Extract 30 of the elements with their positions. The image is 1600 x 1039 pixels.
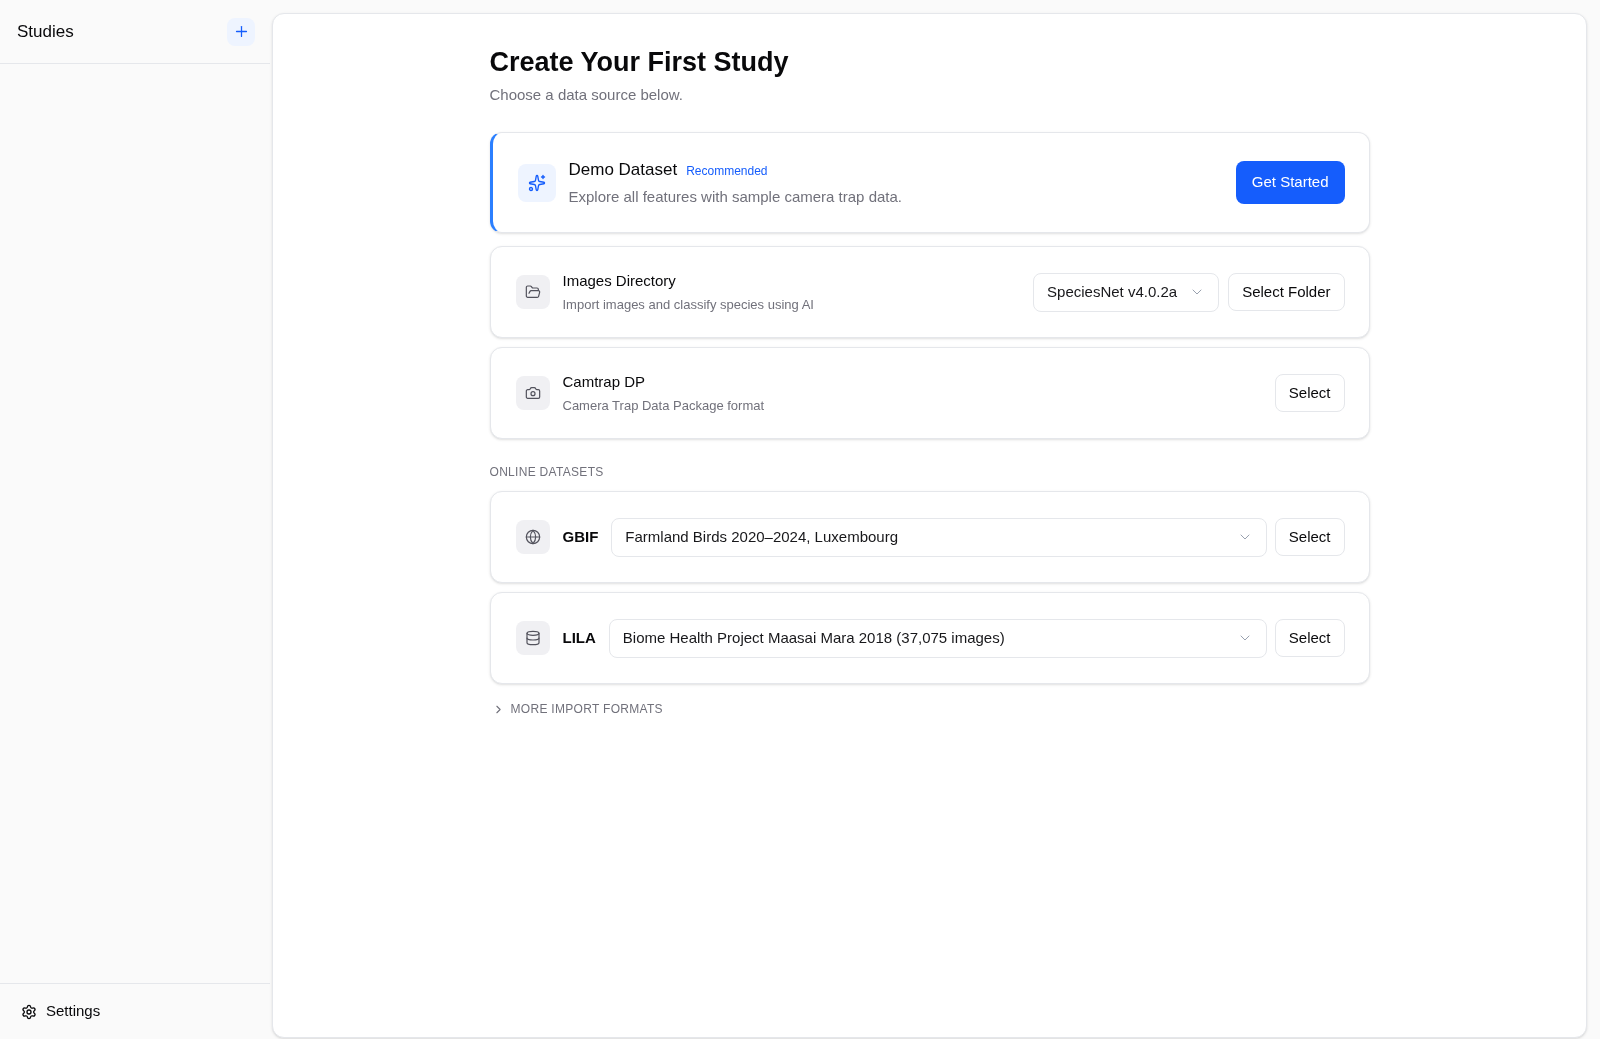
- camera-icon: [515, 376, 550, 410]
- page-subtitle: Choose a data source below.: [489, 85, 684, 105]
- card-description: Import images and classify species using AI: [562, 295, 815, 314]
- settings-button[interactable]: Settings: [21, 1000, 101, 1023]
- select-button[interactable]: Select: [1274, 518, 1345, 556]
- dataset-dropdown[interactable]: Biome Health Project Maasai Mara 2018 (37,075 images): [608, 618, 1267, 658]
- select-button[interactable]: Select: [1274, 619, 1345, 657]
- model-dropdown[interactable]: SpeciesNet v4.0.2a: [1033, 272, 1220, 312]
- recommended-label: Recommended: [686, 163, 768, 180]
- sparkles-icon: [517, 163, 556, 202]
- dataset-source-label: GBIF: [562, 526, 599, 547]
- folder-icon: [515, 275, 550, 309]
- page-title: Create Your First Study: [489, 46, 790, 78]
- dataset-source-label: LILA: [562, 627, 596, 648]
- select-button[interactable]: Select: [1274, 374, 1345, 412]
- sidebar-title: Studies: [17, 20, 74, 43]
- get-started-button[interactable]: Get Started: [1235, 161, 1345, 204]
- card-description: Explore all features with sample camera trap data.: [568, 186, 903, 207]
- settings-icon: [21, 1003, 37, 1020]
- card-title: Images Directory: [562, 271, 677, 291]
- select-folder-button[interactable]: Select Folder: [1228, 273, 1345, 311]
- add-study-button[interactable]: [227, 17, 255, 46]
- globe-icon: [515, 520, 550, 554]
- dataset-dropdown[interactable]: Farmland Birds 2020–2024, Luxembourg: [611, 517, 1267, 557]
- section-heading: ONLINE DATASETS: [489, 464, 605, 480]
- more-import-formats-toggle[interactable]: MORE IMPORT FORMATS: [489, 701, 663, 717]
- database-icon: [515, 621, 550, 655]
- card-title: Demo Dataset: [568, 159, 678, 181]
- card-title: Camtrap DP: [562, 372, 647, 392]
- card-description: Camera Trap Data Package format: [562, 396, 766, 415]
